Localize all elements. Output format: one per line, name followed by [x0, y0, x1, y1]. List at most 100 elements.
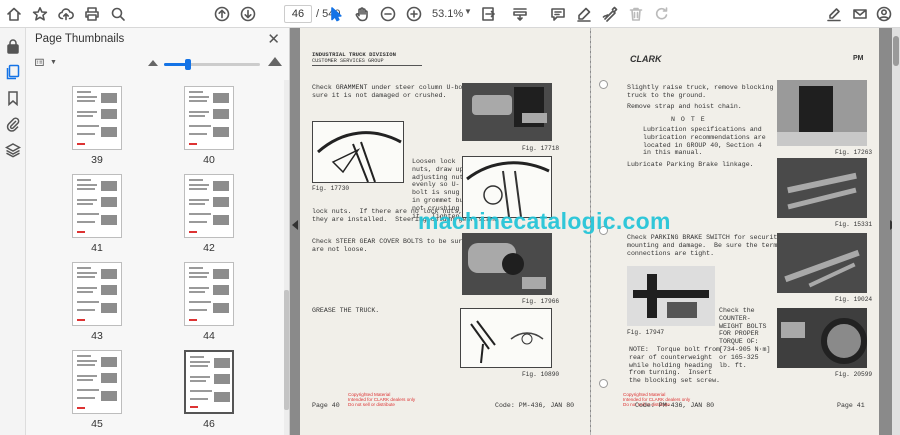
- thumbnail-image: [101, 391, 117, 401]
- thumbnail-text-line: [189, 301, 211, 303]
- thumbnail-text-line: [77, 375, 97, 377]
- thumbnail-text-line: [189, 203, 205, 205]
- zoom-level-dropdown[interactable]: 53.1%: [432, 8, 463, 20]
- page-thumbnail[interactable]: [184, 86, 234, 150]
- thumbnail-image: [213, 215, 229, 225]
- cloud-upload-icon[interactable]: [56, 4, 76, 24]
- page-thumbnail[interactable]: [72, 262, 122, 326]
- delete-icon[interactable]: [626, 4, 646, 24]
- zoom-out-icon[interactable]: [378, 4, 398, 24]
- document-scrollbar[interactable]: [892, 28, 900, 435]
- instruction-remove-strap: Remove strap and hoist chain.: [627, 103, 742, 110]
- account-icon[interactable]: [874, 4, 894, 24]
- note-lubrication: Lubrication specifications and lubricati…: [643, 126, 766, 157]
- attachments-icon[interactable]: [5, 116, 21, 132]
- page-header-group: CUSTOMER SERVICES GROUP: [312, 58, 384, 64]
- figure-caption: Fig. 17730: [312, 185, 350, 192]
- document-view[interactable]: INDUSTRIAL TRUCK DIVISION CUSTOMER SERVI…: [290, 28, 900, 435]
- page-thumbnail-label: 40: [203, 154, 215, 166]
- binder-hole: [599, 80, 608, 89]
- undo-icon[interactable]: [652, 4, 672, 24]
- thumbnail-text-line: [189, 291, 205, 293]
- thumbnail-text-line: [189, 287, 209, 289]
- thumbnail-image: [214, 358, 230, 368]
- layers-icon[interactable]: [4, 142, 22, 158]
- highlight-pen-icon[interactable]: [574, 4, 594, 24]
- thumbnail-text-line: [190, 380, 206, 382]
- small-thumbnail-icon[interactable]: [148, 60, 158, 66]
- page-thumbnail[interactable]: [72, 350, 122, 414]
- thumbnail-text-line: [77, 291, 93, 293]
- select-cursor-icon[interactable]: [326, 4, 346, 24]
- thumbnail-mark: [77, 231, 85, 233]
- thumbnail-text-line: [189, 111, 209, 113]
- page-thumbnail[interactable]: [184, 262, 234, 326]
- page-thumbnails-icon[interactable]: [5, 64, 21, 80]
- previous-page-arrow-icon[interactable]: [292, 220, 298, 230]
- bookmark-star-icon[interactable]: [30, 4, 50, 24]
- thumbnail-text-line: [189, 91, 203, 93]
- thumbnail-text-line: [77, 355, 91, 357]
- thumbnail-text-line: [189, 272, 209, 274]
- thumbnail-size-slider[interactable]: [164, 59, 260, 70]
- mail-icon[interactable]: [850, 4, 870, 24]
- page-thumbnail-label: 39: [91, 154, 103, 166]
- lock-icon[interactable]: [5, 38, 21, 54]
- slider-handle[interactable]: [185, 59, 191, 70]
- panel-title: Page Thumbnails: [35, 33, 125, 45]
- thumbnail-image: [101, 303, 117, 313]
- thumbnail-image: [213, 285, 229, 295]
- thumbnail-text-line: [189, 125, 211, 127]
- thumbnail-image: [213, 93, 229, 103]
- thumbnail-image: [213, 181, 229, 191]
- thumbnail-text-line: [77, 364, 95, 366]
- thumbnail-text-line: [189, 179, 203, 181]
- zoom-in-icon[interactable]: [404, 4, 424, 24]
- document-code: Code: PM-436, JAN 80: [635, 402, 715, 409]
- page-thumbnail[interactable]: [72, 86, 122, 150]
- thumbnail-mark: [77, 143, 85, 145]
- large-thumbnail-icon[interactable]: [268, 57, 282, 66]
- page-thumbnail[interactable]: [72, 174, 122, 238]
- scrollbar-thumb[interactable]: [893, 36, 899, 66]
- thumbnail-text-line: [77, 115, 93, 117]
- page-thumbnail[interactable]: [184, 174, 234, 238]
- note-heading: N O T E: [671, 116, 706, 123]
- thumbnail-mark: [189, 143, 197, 145]
- thumbnail-image: [101, 109, 117, 119]
- bookmarks-icon[interactable]: [5, 90, 21, 107]
- thumbnail-text-line: [190, 390, 212, 392]
- thumbnail-image: [213, 197, 229, 207]
- close-icon[interactable]: ✕: [267, 30, 280, 48]
- previous-page-icon[interactable]: [212, 4, 232, 24]
- chevron-down-icon[interactable]: ▼: [50, 59, 57, 66]
- keyboard-scroll-icon[interactable]: [510, 4, 530, 24]
- thumbnail-image: [101, 269, 117, 279]
- attach-sign-icon[interactable]: [824, 4, 844, 24]
- thumbnail-text-line: [77, 276, 95, 278]
- draw-freeform-icon[interactable]: [600, 4, 620, 24]
- comment-icon[interactable]: [548, 4, 568, 24]
- page-thumbnail-label: 45: [91, 418, 103, 430]
- search-zoom-icon[interactable]: [108, 4, 128, 24]
- chevron-down-icon[interactable]: ▼: [464, 7, 472, 16]
- page-number-input[interactable]: [284, 5, 312, 23]
- figure-caption: Fig. 15331: [835, 221, 873, 228]
- model-code: PM: [853, 55, 864, 62]
- page-thumbnail[interactable]: [184, 350, 234, 414]
- thumbnail-text-line: [77, 203, 93, 205]
- thumbnail-text-line: [77, 213, 99, 215]
- thumbnail-text-line: [189, 133, 207, 135]
- thumbnail-text-line: [77, 267, 91, 269]
- scrollbar-thumb[interactable]: [284, 290, 289, 410]
- figure-photo: [777, 233, 867, 293]
- thumbnail-text-line: [189, 188, 207, 190]
- next-page-icon[interactable]: [238, 4, 258, 24]
- thumbnail-image: [101, 181, 117, 191]
- home-icon[interactable]: [4, 4, 24, 24]
- print-icon[interactable]: [82, 4, 102, 24]
- page-fit-icon[interactable]: [478, 4, 498, 24]
- figure-caption: Fig. 17263: [835, 149, 873, 156]
- thumbnail-scrollbar[interactable]: [284, 80, 289, 435]
- hand-tool-icon[interactable]: [352, 4, 372, 24]
